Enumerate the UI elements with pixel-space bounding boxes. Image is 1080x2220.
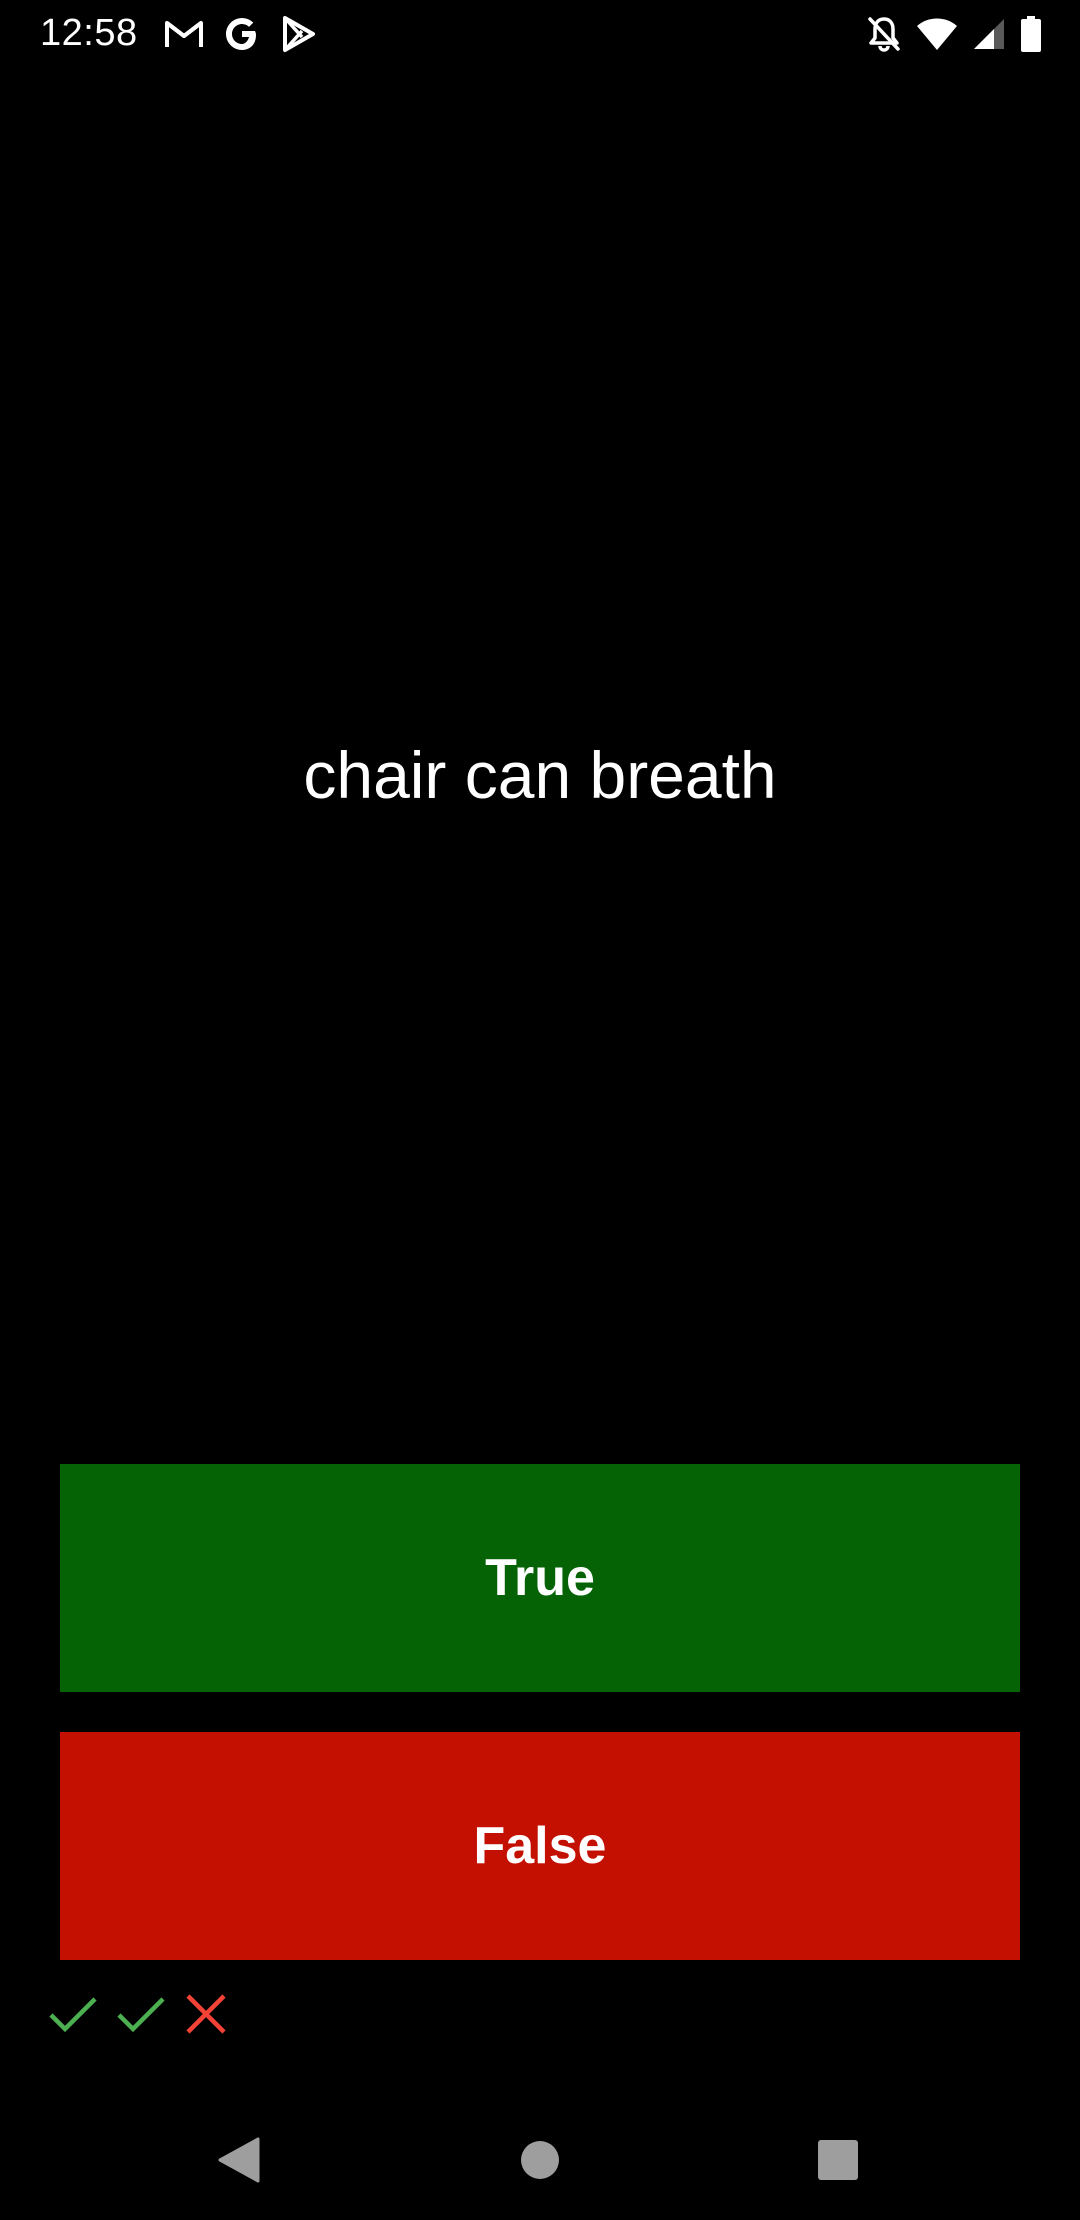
home-icon	[519, 2139, 561, 2181]
google-icon	[224, 16, 260, 52]
true-button[interactable]: True	[60, 1464, 1020, 1692]
answer-history	[48, 1990, 228, 2038]
recents-button[interactable]	[800, 2122, 876, 2198]
battery-icon	[1020, 16, 1042, 52]
check-icon	[48, 1994, 98, 2034]
status-time: 12:58	[40, 12, 138, 54]
false-button[interactable]: False	[60, 1732, 1020, 1960]
notification-icons	[164, 12, 316, 56]
status-bar: 12:58	[0, 0, 1080, 66]
check-icon	[116, 1994, 166, 2034]
system-icons	[866, 12, 1042, 56]
back-icon	[218, 2136, 262, 2184]
cross-icon	[184, 1994, 228, 2034]
notifications-off-icon	[866, 15, 902, 53]
recents-icon	[816, 2138, 860, 2182]
back-button[interactable]	[202, 2122, 278, 2198]
play-store-icon	[280, 15, 316, 53]
home-button[interactable]	[502, 2122, 578, 2198]
gmail-icon	[164, 18, 204, 50]
wifi-icon	[916, 17, 958, 51]
navigation-bar	[0, 2100, 1080, 2220]
cell-signal-icon	[972, 17, 1006, 51]
quiz-statement: chair can breath	[303, 738, 777, 812]
